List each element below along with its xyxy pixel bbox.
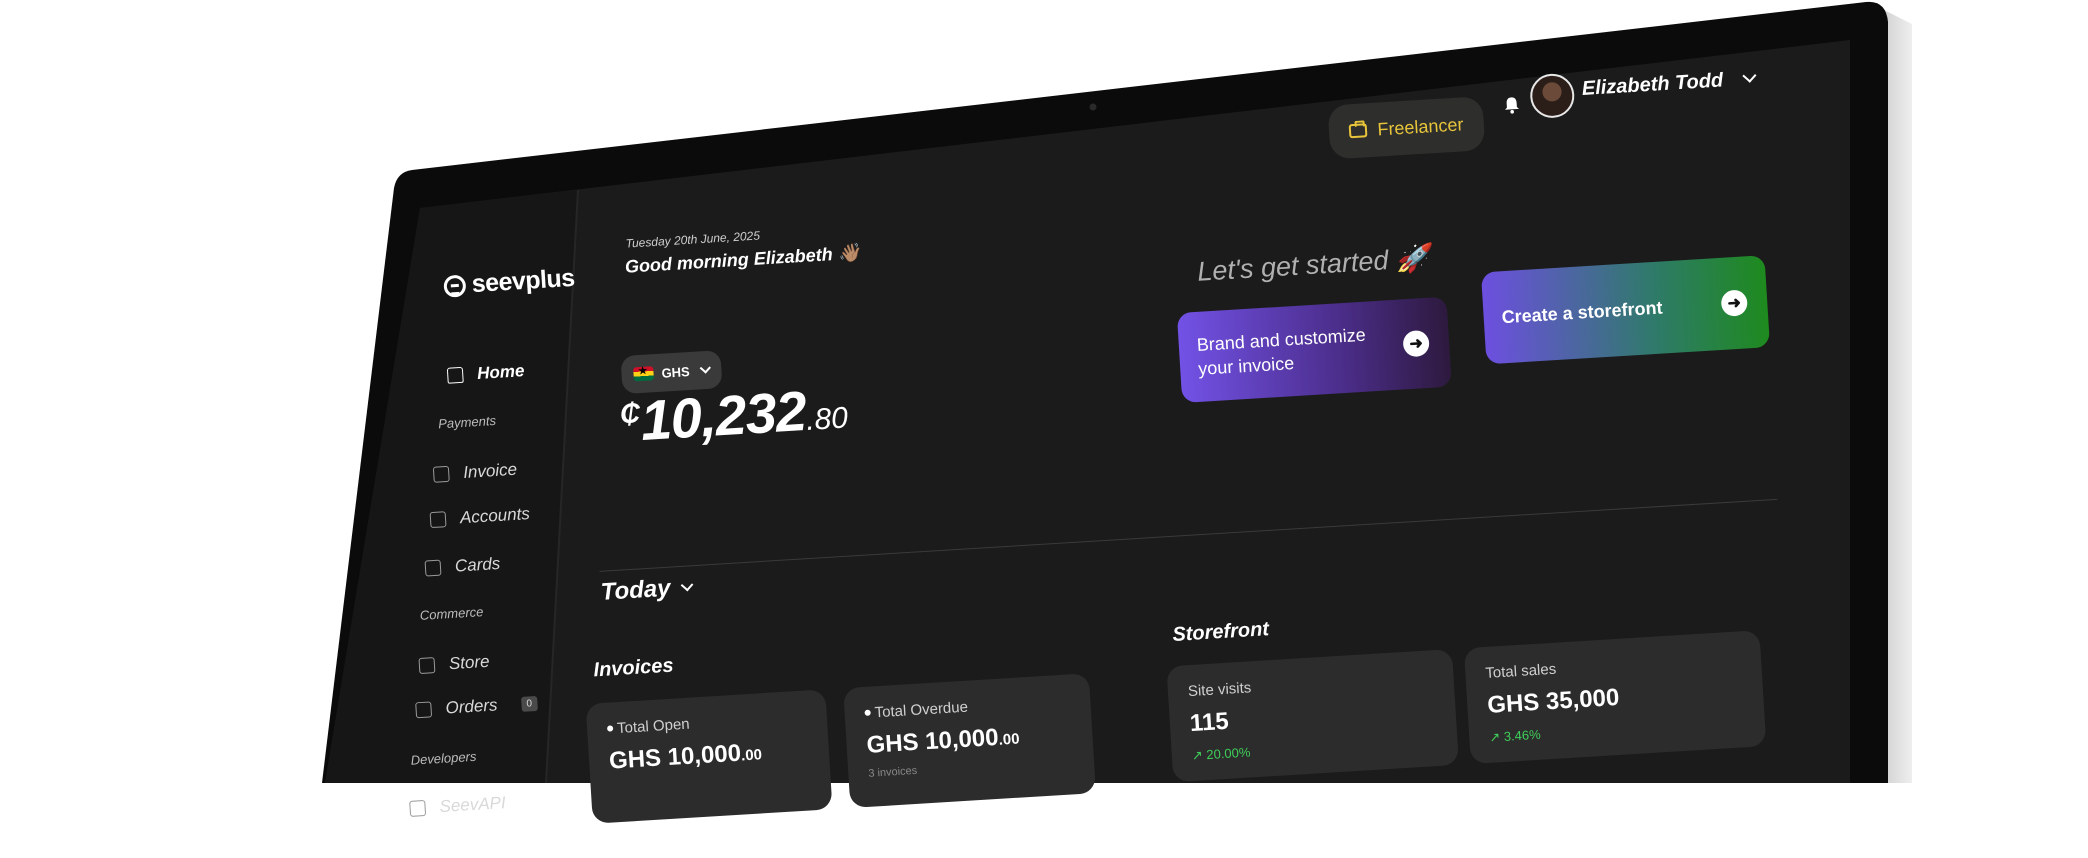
period-selector[interactable]: Today	[599, 573, 694, 606]
store-icon	[418, 657, 436, 675]
current-date: Tuesday 20th June, 2025	[625, 228, 761, 251]
account-type-button[interactable]: Freelancer	[1327, 96, 1486, 160]
sidebar-item-label: Orders	[445, 695, 499, 718]
stat-subtext: 3 invoices	[868, 764, 918, 780]
chevron-down-icon	[699, 362, 712, 374]
bullet-icon	[606, 725, 614, 732]
sidebar-item-store[interactable]: Store	[418, 652, 490, 676]
stat-value: GHS 10,000.00	[608, 739, 763, 775]
home-icon	[446, 366, 464, 384]
total-open-card[interactable]: Total Open GHS 10,000.00	[585, 689, 833, 824]
orders-count-badge: 0	[520, 695, 538, 712]
stat-label: Site visits	[1187, 679, 1252, 701]
stat-value: GHS 10,000.00	[865, 723, 1021, 759]
user-name: Elizabeth Todd	[1581, 69, 1724, 100]
arrow-right-icon: ➜	[1402, 329, 1430, 358]
stat-delta: ↗ 20.00%	[1191, 744, 1251, 764]
divider	[599, 498, 1778, 572]
total-overdue-card[interactable]: Total Overdue GHS 10,000.00 3 invoices	[843, 673, 1096, 808]
sidebar-item-seevapi[interactable]: SeevAPI	[409, 793, 506, 819]
stat-delta: ↗ 3.46%	[1488, 726, 1542, 745]
get-started-title: Let's get started 🚀	[1196, 242, 1431, 287]
user-menu[interactable]: Elizabeth Todd	[1581, 67, 1757, 101]
briefcase-icon	[1349, 123, 1368, 139]
seevplus-logo-icon	[443, 274, 467, 298]
cart-icon	[415, 701, 433, 719]
user-avatar[interactable]	[1528, 72, 1576, 120]
sidebar-item-label: Accounts	[459, 504, 531, 528]
arrow-right-icon: ➜	[1720, 289, 1749, 317]
chevron-down-icon	[1742, 68, 1757, 83]
invoices-section-title: Invoices	[592, 654, 675, 682]
section-label-developers: Developers	[410, 748, 477, 768]
period-label: Today	[599, 574, 672, 606]
stat-label: Total Open	[606, 709, 808, 738]
storefront-section-title: Storefront	[1171, 618, 1270, 646]
bell-icon[interactable]	[1502, 96, 1521, 115]
section-label-payments: Payments	[437, 412, 497, 432]
ghana-flag-icon	[633, 366, 654, 382]
brand-logo[interactable]: seevplus	[443, 264, 576, 301]
chevron-down-icon	[680, 578, 694, 591]
total-sales-card[interactable]: Total sales GHS 35,000 ↗ 3.46%	[1463, 630, 1767, 765]
bullet-icon	[864, 709, 871, 716]
sidebar-item-accounts[interactable]: Accounts	[429, 504, 530, 530]
sidebar-item-invoice[interactable]: Invoice	[432, 459, 518, 485]
stat-label: Total Overdue	[864, 692, 1071, 722]
sidebar-item-label: Home	[476, 361, 525, 383]
stat-value: 115	[1189, 707, 1230, 738]
cta-label: Brand and customize your invoice	[1196, 324, 1367, 379]
balance-decimal: .80	[805, 401, 849, 437]
site-visits-card[interactable]: Site visits 115 ↗ 20.00%	[1166, 648, 1459, 783]
balance-whole: 10,232	[638, 379, 808, 453]
currency-symbol: ₵	[619, 397, 642, 430]
sidebar-item-label: SeevAPI	[439, 793, 507, 817]
sidebar-item-label: Cards	[454, 553, 501, 576]
cta-label: Create a storefront	[1501, 297, 1664, 327]
currency-code: GHS	[661, 363, 691, 381]
invoice-icon	[432, 465, 450, 483]
brand-invoice-cta[interactable]: Brand and customize your invoice ➜	[1176, 296, 1452, 403]
section-label-commerce: Commerce	[419, 604, 484, 623]
card-icon	[424, 559, 442, 577]
wallet-icon	[429, 511, 447, 529]
sidebar-item-label: Store	[448, 651, 491, 674]
sidebar-item-cards[interactable]: Cards	[424, 553, 501, 579]
balance-amount: ₵10,232.80	[618, 376, 849, 455]
create-storefront-cta[interactable]: Create a storefront ➜	[1480, 255, 1771, 365]
stat-label: Total sales	[1484, 660, 1557, 682]
api-icon	[409, 799, 427, 817]
sidebar-item-label: Invoice	[462, 459, 518, 482]
sidebar-item-home[interactable]: Home	[446, 361, 525, 386]
brand-name: seevplus	[470, 263, 576, 299]
dashboard-screen: seevplus Home Payments Invoice Accounts …	[0, 0, 2088, 849]
account-type-label: Freelancer	[1376, 113, 1464, 140]
sidebar-item-orders[interactable]: Orders 0	[415, 693, 538, 720]
stat-value: GHS 35,000	[1486, 683, 1621, 719]
